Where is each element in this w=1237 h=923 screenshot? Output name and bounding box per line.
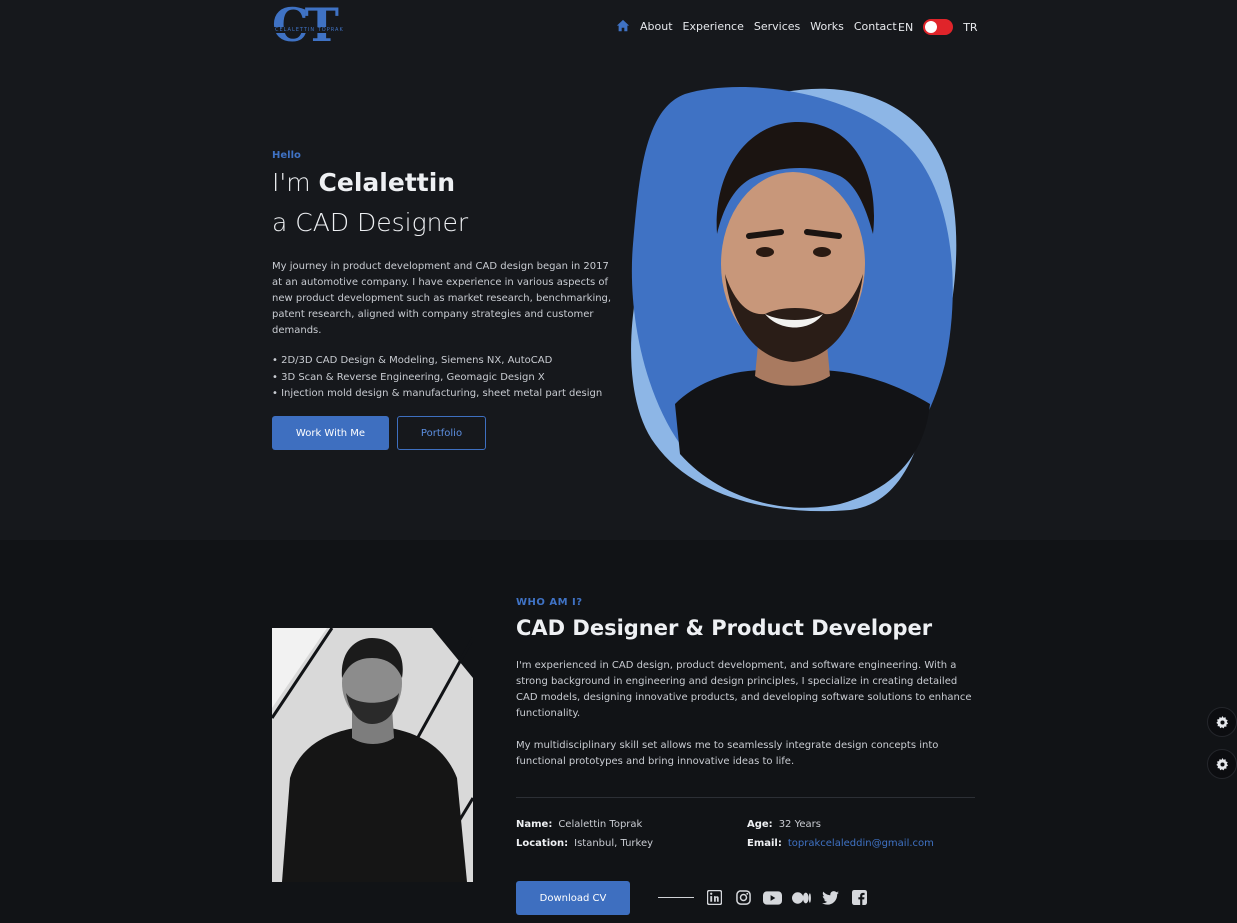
about-title: CAD Designer & Product Developer bbox=[516, 616, 933, 640]
about-paragraph-1: I'm experienced in CAD design, product d… bbox=[516, 660, 972, 719]
instagram-icon[interactable] bbox=[734, 888, 753, 907]
lang-en-label[interactable]: EN bbox=[898, 21, 913, 34]
hero-portrait bbox=[631, 87, 957, 512]
linkedin-icon[interactable] bbox=[705, 888, 724, 907]
email-link[interactable]: toprakcelaleddin@gmail.com bbox=[788, 838, 934, 849]
language-toggle[interactable] bbox=[923, 19, 954, 35]
gear-icon bbox=[1215, 715, 1228, 728]
toggle-knob bbox=[925, 21, 938, 33]
settings-gear-button[interactable] bbox=[1207, 707, 1237, 737]
nav-link-works[interactable]: Works bbox=[810, 20, 844, 33]
info-email-label: Email: bbox=[747, 838, 782, 849]
home-icon[interactable] bbox=[616, 19, 630, 33]
facebook-icon[interactable] bbox=[850, 888, 869, 907]
about-portrait bbox=[272, 628, 473, 882]
logo-subtitle: CELALETTIN TOPRAK bbox=[274, 27, 345, 33]
twitter-icon[interactable] bbox=[821, 888, 840, 907]
download-cv-button[interactable]: Download CV bbox=[516, 881, 630, 915]
youtube-icon[interactable] bbox=[763, 888, 782, 907]
hero-greeting: Hello bbox=[272, 150, 301, 161]
skill-item: • 3D Scan & Reverse Engineering, Geomagi… bbox=[272, 371, 545, 383]
info-age-value: 32 Years bbox=[778, 819, 821, 830]
nav-link-about[interactable]: About bbox=[640, 20, 673, 33]
hero-section bbox=[0, 56, 1237, 540]
site-logo[interactable]: CT CELALETTIN TOPRAK bbox=[272, 0, 348, 52]
about-divider bbox=[516, 797, 975, 798]
info-location-label: Location: bbox=[516, 838, 569, 849]
info-location-value: Istanbul, Turkey bbox=[574, 838, 654, 849]
hero-role: a CAD Designer bbox=[272, 208, 469, 237]
medium-icon[interactable] bbox=[792, 888, 811, 907]
info-location: Location: Istanbul, Turkey bbox=[516, 838, 653, 849]
gear-icon bbox=[1215, 757, 1228, 770]
nav-links: About Experience Services Works Contact bbox=[616, 19, 897, 33]
work-with-me-button[interactable]: Work With Me bbox=[272, 416, 389, 450]
lang-tr-label[interactable]: TR bbox=[963, 21, 977, 34]
info-name-label: Name: bbox=[516, 819, 553, 830]
social-links bbox=[705, 888, 869, 907]
about-paragraph-2: My multidisciplinary skill set allows me… bbox=[516, 740, 939, 767]
hero-title: I'm Celalettin bbox=[272, 168, 455, 197]
info-age-label: Age: bbox=[747, 819, 773, 830]
hero-name: Celalettin bbox=[318, 168, 456, 197]
skill-list: • 2D/3D CAD Design & Modeling, Siemens N… bbox=[272, 353, 602, 403]
info-name: Name: Celalettin Toprak bbox=[516, 819, 642, 830]
nav-link-experience[interactable]: Experience bbox=[683, 20, 744, 33]
language-switcher: EN TR bbox=[898, 19, 978, 35]
top-navbar: CT CELALETTIN TOPRAK About Experience Se… bbox=[0, 0, 1237, 56]
info-email: Email: toprakcelaleddin@gmail.com bbox=[747, 838, 934, 849]
skill-item: • Injection mold design & manufacturing,… bbox=[272, 388, 603, 399]
hero-title-prefix: I'm bbox=[272, 168, 319, 197]
logo-mark: CT bbox=[272, 0, 339, 52]
nav-link-contact[interactable]: Contact bbox=[854, 20, 897, 33]
theme-gear-button[interactable] bbox=[1207, 749, 1237, 779]
info-name-value: Celalettin Toprak bbox=[558, 819, 643, 830]
info-age: Age: 32 Years bbox=[747, 819, 821, 830]
nav-link-services[interactable]: Services bbox=[754, 20, 800, 33]
social-divider bbox=[658, 897, 694, 898]
portrait-eye-left bbox=[756, 247, 774, 257]
skill-item: • 2D/3D CAD Design & Modeling, Siemens N… bbox=[272, 355, 553, 366]
portrait-eye-right bbox=[813, 247, 831, 257]
about-eyebrow: WHO AM I? bbox=[516, 597, 583, 608]
hero-description: My journey in product development and CA… bbox=[272, 261, 612, 336]
portfolio-button[interactable]: Portfolio bbox=[397, 416, 486, 450]
